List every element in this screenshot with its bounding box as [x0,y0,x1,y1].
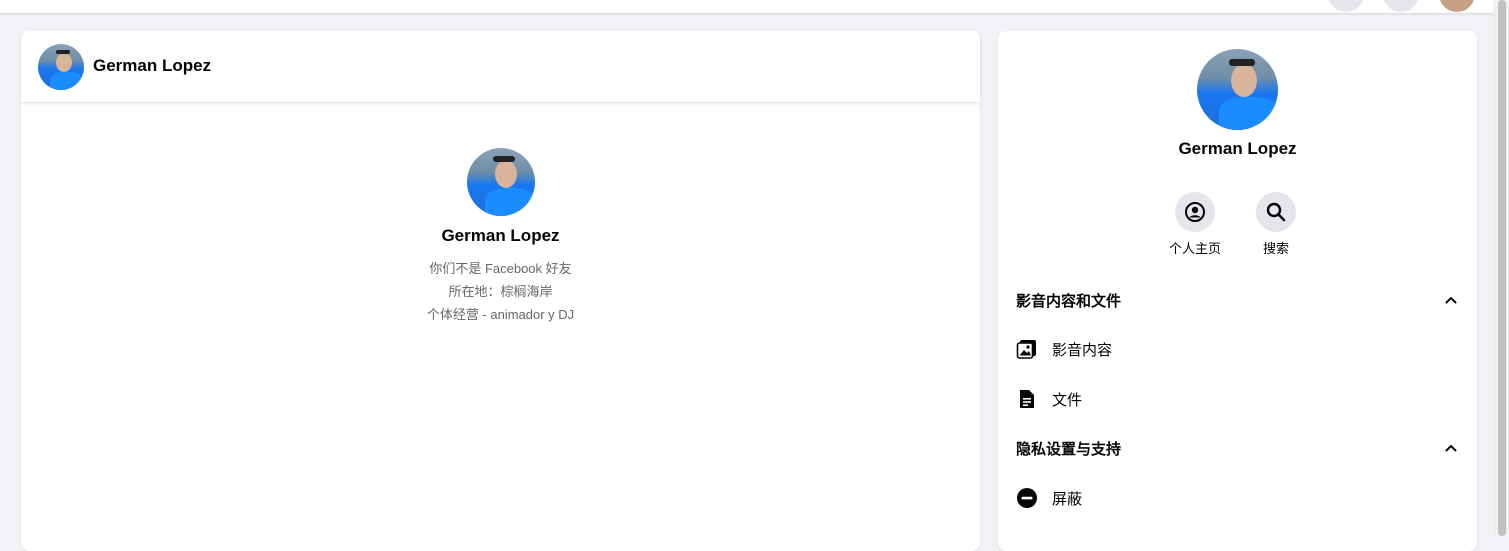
location-text: 所在地：棕榈海岸 [448,284,553,299]
notifications-button[interactable] [1383,0,1419,12]
files-menu-label: 文件 [1052,391,1083,409]
block-menu-item[interactable]: 屏蔽 [1016,480,1459,516]
side-panel-avatar[interactable] [1197,49,1278,130]
account-avatar-button[interactable] [1439,0,1475,12]
menu-button[interactable] [1328,0,1364,12]
profile-card-name: German Lopez [441,226,560,245]
chat-header: German Lopez [21,31,980,103]
conversation-info-panel: German Lopez 个人主页 搜索 影音内容和文件 影音内容 文件 隐私设… [998,31,1477,551]
search-action[interactable]: 搜索 [1241,192,1311,257]
chat-header-avatar[interactable] [38,44,84,90]
block-icon [1016,487,1038,509]
user-circle-icon[interactable] [1175,192,1215,232]
chat-header-name[interactable]: German Lopez [93,56,211,76]
file-icon [1016,388,1038,410]
work-text: 个体经营 - animador y DJ [426,307,575,322]
search-icon[interactable] [1256,192,1296,232]
profile-card-avatar[interactable] [467,148,535,216]
chevron-up-icon[interactable] [1443,292,1459,308]
media-files-section-title: 影音内容和文件 [1016,292,1122,310]
chevron-up-icon[interactable] [1443,440,1459,456]
friend-status-text: 你们不是 Facebook 好友 [429,261,572,276]
privacy-support-section-title: 隐私设置与支持 [1016,440,1122,458]
profile-action-label: 个人主页 [1168,241,1221,256]
files-menu-item[interactable]: 文件 [1016,381,1459,417]
scrollbar-thumb[interactable] [1498,0,1506,536]
chat-panel: German Lopez German Lopez 你们不是 Facebook … [21,31,980,551]
privacy-support-section-header[interactable]: 隐私设置与支持 [1016,434,1459,462]
media-files-section-header[interactable]: 影音内容和文件 [1016,286,1459,314]
image-icon [1016,338,1038,360]
side-panel-name: German Lopez [1178,139,1297,158]
page-scrollbar[interactable] [1494,0,1509,536]
search-action-label: 搜索 [1262,241,1289,256]
block-menu-label: 屏蔽 [1052,490,1083,508]
top-navigation-bar [0,0,1494,13]
media-menu-label: 影音内容 [1052,341,1113,359]
media-menu-item[interactable]: 影音内容 [1016,331,1459,367]
profile-action[interactable]: 个人主页 [1160,192,1230,257]
